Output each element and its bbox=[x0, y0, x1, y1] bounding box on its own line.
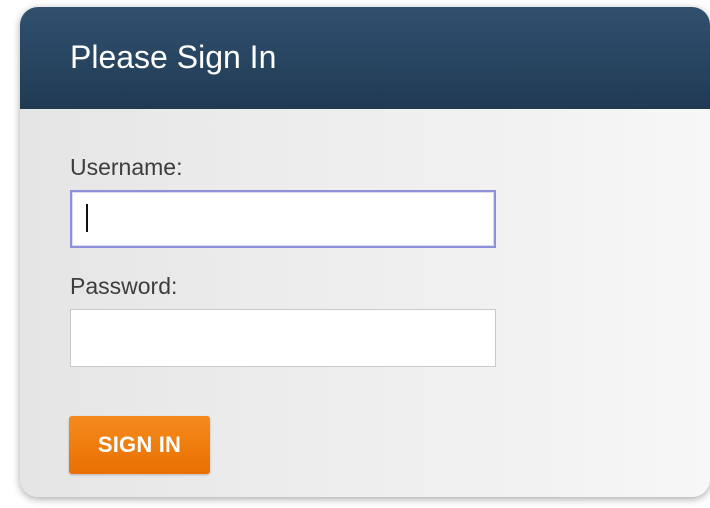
sign-in-button[interactable]: SIGN IN bbox=[69, 416, 210, 474]
sign-in-title: Please Sign In bbox=[70, 39, 277, 75]
username-field[interactable] bbox=[70, 190, 496, 248]
username-label: Username: bbox=[70, 154, 183, 180]
password-label: Password: bbox=[70, 273, 178, 299]
login-page: Please Sign In Username: Password: SIGN … bbox=[0, 0, 710, 508]
sign-in-panel: Please Sign In Username: Password: SIGN … bbox=[20, 7, 710, 497]
password-field[interactable] bbox=[70, 309, 496, 367]
sign-in-form: Username: Password: SIGN IN bbox=[20, 109, 710, 497]
sign-in-header: Please Sign In bbox=[20, 7, 710, 109]
